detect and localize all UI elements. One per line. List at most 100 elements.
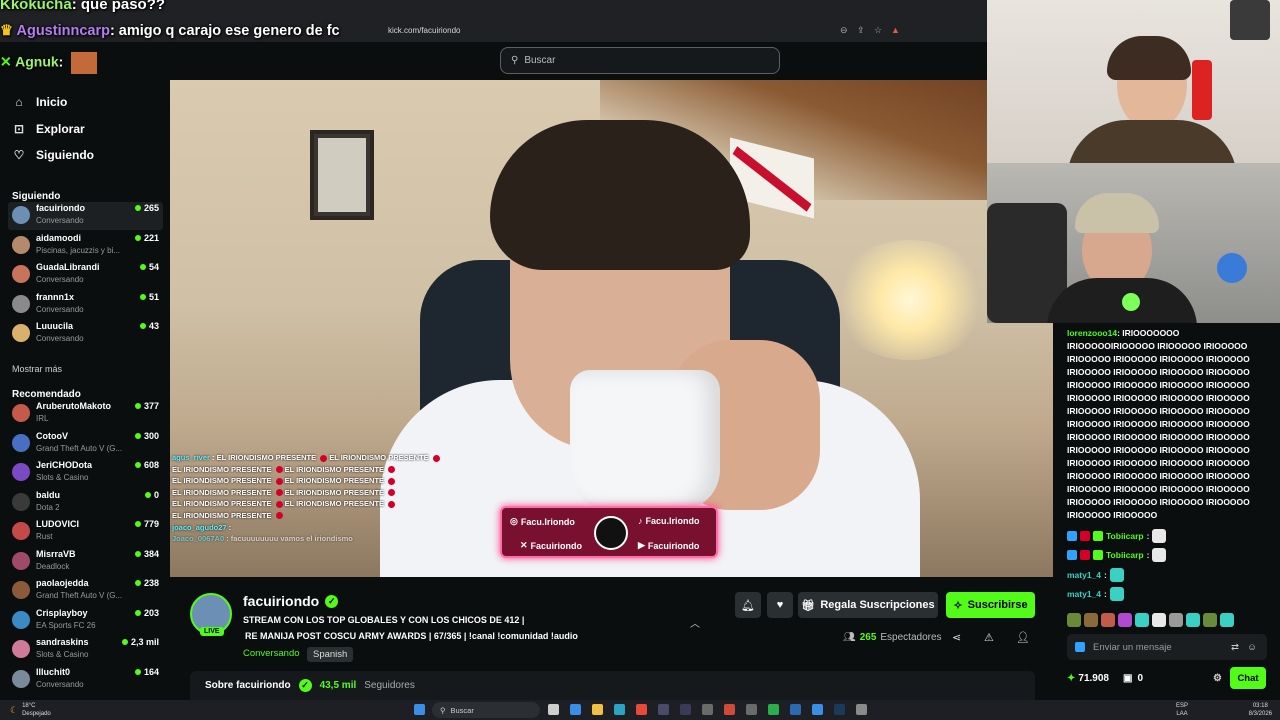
- emote-icon: [1118, 613, 1132, 627]
- chat-send-button[interactable]: Chat: [1230, 667, 1266, 689]
- app-icon[interactable]: [702, 704, 713, 715]
- shield-icon[interactable]: ▲: [891, 25, 900, 35]
- app-icon[interactable]: [658, 704, 669, 715]
- overlay-text: EL IRIONDISMO PRESENTE: [284, 499, 385, 509]
- chat-user[interactable]: lorenzooo14: [1067, 328, 1117, 338]
- streamer-name[interactable]: facuiriondo ✓: [243, 593, 339, 609]
- channel-row[interactable]: baldu Dota 2 0: [8, 489, 163, 517]
- language-tag[interactable]: Spanish: [307, 647, 354, 662]
- share-icon[interactable]: ⋖: [952, 631, 961, 644]
- channel-row[interactable]: JeriCHODota Slots & Casino 608: [8, 459, 163, 487]
- channel-row[interactable]: aidamoodi Piscinas, jacuzzis y bi... 221: [8, 232, 163, 260]
- brave-icon[interactable]: [724, 704, 735, 715]
- mod-icon[interactable]: 👤︎: [1016, 631, 1030, 644]
- app-icon[interactable]: [812, 704, 823, 715]
- address-bar[interactable]: kick.com/facuiriondo ⊖ ⇪ ☆ ▲: [370, 22, 910, 38]
- channel-row[interactable]: facuiriondo Conversando 265: [8, 202, 163, 230]
- badge-icon: [1080, 531, 1090, 541]
- notifications-button[interactable]: 🔔︎: [735, 592, 761, 618]
- streamer-name-text[interactable]: facuiriondo: [243, 593, 319, 609]
- live-dot-icon: [134, 205, 141, 211]
- app-icon[interactable]: [856, 704, 867, 715]
- channel-row[interactable]: LUDOVICI Rust 779: [8, 518, 163, 546]
- app-icon[interactable]: [636, 704, 647, 715]
- viewer-count: 377: [134, 401, 159, 411]
- channel-row[interactable]: paolaojedda Grand Theft Auto V (G... 238: [8, 577, 163, 605]
- channel-row[interactable]: Crisplayboy EA Sports FC 26 203: [8, 607, 163, 635]
- channel-row[interactable]: Luuucila Conversando 43: [8, 320, 163, 348]
- viewer-number: 43: [148, 321, 159, 331]
- app-icon[interactable]: [768, 704, 779, 715]
- language-indicator[interactable]: ESP LAA: [1176, 702, 1188, 718]
- channel-name: baldu: [36, 489, 60, 500]
- clock[interactable]: 03:18 8/3/2026: [1249, 702, 1272, 718]
- video-player[interactable]: agus_river : EL IRIONDISMO PRESENTE EL I…: [170, 80, 1053, 577]
- chat-user[interactable]: Tobiicarp: [1106, 531, 1144, 541]
- chat-sep: :: [1146, 550, 1150, 560]
- category-link[interactable]: Conversando: [243, 648, 300, 659]
- chat-input[interactable]: Enviar un mensaje ⇄ ☺: [1067, 634, 1267, 660]
- channel-row[interactable]: frannn1x Conversando 51: [8, 291, 163, 319]
- viewer-number: 779: [143, 519, 159, 529]
- app-icon[interactable]: [680, 704, 691, 715]
- followers-label: Seguidores: [364, 680, 415, 691]
- nav-inicio[interactable]: ⌂ Inicio: [12, 95, 67, 109]
- channel-category: Conversando: [36, 275, 84, 284]
- viewer-number: 203: [143, 607, 159, 618]
- windows-start-icon[interactable]: [414, 704, 425, 715]
- channel-row[interactable]: sandraskins Slots & Casino 2,3 mil: [8, 636, 163, 664]
- viewer-count: 👥︎ 265 Espectadores: [843, 632, 942, 643]
- chat-user[interactable]: Tobiicarp: [1106, 550, 1144, 560]
- channel-name: GuadaLibrandi: [36, 262, 100, 272]
- report-icon[interactable]: ⚠: [984, 631, 994, 644]
- overlay-text: EL IRIONDISMO PRESENTE: [172, 464, 272, 474]
- channel-row[interactable]: Illuchit0 Conversando 164: [8, 666, 163, 694]
- gift-subs-button[interactable]: 🎁︎ Regala Suscripciones: [798, 592, 938, 618]
- emote-icon: [1169, 613, 1183, 627]
- channel-name: Luuucila: [36, 321, 74, 331]
- overlay-chat-user: Kkokucha: [0, 0, 72, 13]
- store-icon[interactable]: [570, 704, 581, 715]
- weather-widget[interactable]: ☾ 18°C Despejado: [10, 702, 51, 718]
- live-dot-icon: [134, 668, 141, 675]
- heart-icon: ♡: [13, 148, 25, 162]
- subscribe-button[interactable]: ✧ Suscribirse: [946, 592, 1035, 618]
- overlay-text: EL IRIONDISMO PRESENTE: [216, 453, 317, 462]
- folder-icon[interactable]: [592, 704, 603, 715]
- emote-icon: [1101, 613, 1115, 627]
- instagram-icon: ◎: [510, 516, 518, 526]
- steam-icon[interactable]: [834, 704, 845, 715]
- nav-explorar[interactable]: ⊡ Explorar: [12, 122, 85, 136]
- zoom-icon[interactable]: ⊖: [840, 25, 848, 36]
- verified-icon: ✓: [325, 594, 339, 608]
- chat-user[interactable]: maty1_4: [1067, 589, 1101, 599]
- emoji-icon[interactable]: ☺: [1247, 642, 1257, 653]
- nav-siguiendo[interactable]: ♡ Siguiendo: [12, 148, 94, 162]
- collapse-chevron-icon[interactable]: ︿: [690, 615, 700, 630]
- overlay-text: EL IRIONDISMO PRESENTE: [172, 487, 272, 497]
- channel-row[interactable]: GuadaLibrandi Conversando 54: [8, 261, 163, 289]
- app-icon[interactable]: [790, 704, 801, 715]
- translate-icon[interactable]: ⇄: [1231, 642, 1239, 653]
- emote-icon: [1135, 613, 1149, 627]
- kicks-count[interactable]: 71.908: [1078, 673, 1109, 684]
- search-input[interactable]: ⚲ Buscar: [500, 47, 780, 74]
- emote-icon: [1152, 548, 1167, 562]
- badge-icon: [1093, 550, 1103, 560]
- show-more-link[interactable]: Mostrar más: [12, 364, 62, 374]
- chat-user[interactable]: maty1_4: [1067, 570, 1101, 580]
- taskbar-search[interactable]: ⚲ Buscar: [432, 702, 540, 718]
- task-view-icon[interactable]: [548, 704, 559, 715]
- channel-row[interactable]: AruberutoMakoto IRL 377: [8, 400, 163, 428]
- settings-gear-icon[interactable]: ⚙: [1213, 673, 1222, 684]
- channel-avatar: [12, 669, 30, 688]
- url-text[interactable]: kick.com/facuiriondo: [388, 26, 460, 35]
- app-icon[interactable]: [746, 704, 757, 715]
- follow-button[interactable]: ♥: [767, 592, 793, 618]
- share-icon[interactable]: ⇪: [857, 25, 865, 36]
- bookmark-icon[interactable]: ☆: [874, 25, 882, 36]
- edge-icon[interactable]: [614, 704, 625, 715]
- gifts-count[interactable]: 0: [1137, 673, 1143, 684]
- channel-row[interactable]: MisrraVB Deadlock 384: [8, 548, 163, 576]
- channel-row[interactable]: CotooV Grand Theft Auto V (G... 300: [8, 430, 163, 458]
